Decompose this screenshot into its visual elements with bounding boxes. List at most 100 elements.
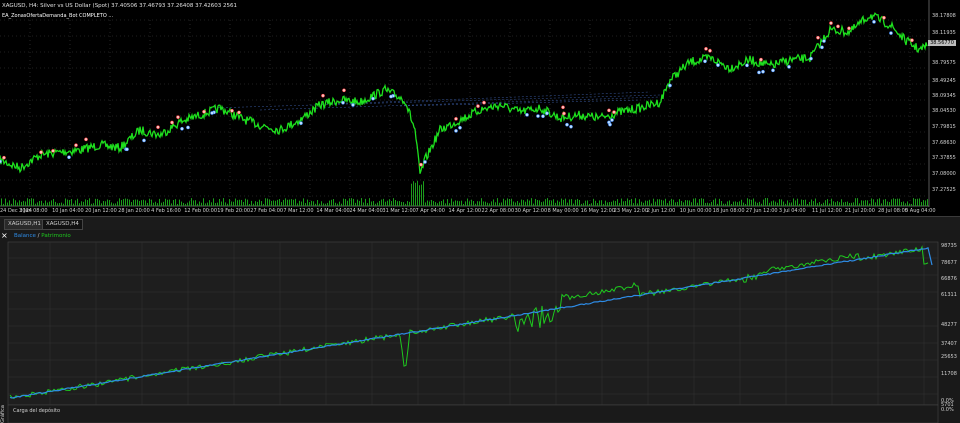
y-axis-label: 25653 <box>941 354 957 360</box>
close-icon[interactable]: × <box>1 232 8 240</box>
volume-bar <box>31 198 32 206</box>
y-axis-label: 61311 <box>941 292 957 298</box>
volume-bar <box>795 200 796 206</box>
volume-bar <box>509 199 510 206</box>
volume-bar <box>809 201 810 206</box>
trade-marker <box>454 129 458 133</box>
volume-bar <box>581 203 582 206</box>
volume-bar <box>669 201 670 206</box>
volume-bar <box>915 198 916 206</box>
volume-bar <box>611 201 612 206</box>
volume-bar <box>209 200 210 206</box>
volume-bar <box>365 198 366 206</box>
volume-bar <box>165 198 166 206</box>
volume-bar <box>439 201 440 206</box>
time-axis-label: 23 May 12:00 <box>613 208 648 214</box>
trade-marker <box>561 105 565 110</box>
side-tab[interactable]: Gráfica <box>0 400 8 423</box>
volume-bar <box>553 199 554 206</box>
volume-bar <box>507 198 508 206</box>
volume-bar <box>87 200 88 206</box>
volume-bar <box>855 198 856 206</box>
volume-bar <box>35 203 36 206</box>
volume-bar <box>783 201 784 206</box>
volume-bar <box>431 199 432 206</box>
trade-marker <box>536 114 540 118</box>
volume-bar <box>75 200 76 206</box>
tab-xagusd-h1[interactable]: XAGUSD,H1 <box>4 219 45 230</box>
volume-bar <box>461 200 462 206</box>
volume-bar <box>557 200 558 206</box>
volume-bar <box>607 202 608 206</box>
volume-bar <box>883 199 884 206</box>
price-label: 37.27525 <box>932 187 956 193</box>
volume-bar <box>251 200 252 206</box>
volume-bar <box>663 200 664 206</box>
volume-bar <box>407 201 408 206</box>
volume-bar <box>659 199 660 206</box>
volume-bar <box>355 202 356 206</box>
volume-bar <box>167 199 168 206</box>
volume-bar <box>55 201 56 206</box>
volume-bar <box>1 198 2 206</box>
volume-bar <box>617 199 618 206</box>
volume-bar <box>801 199 802 206</box>
tab-xagusd-h4[interactable]: XAGUSD,H4 <box>42 219 83 230</box>
volume-bar <box>457 200 458 206</box>
time-axis-label: 14 Mar 04:00 <box>316 208 350 214</box>
volume-bar <box>401 201 402 206</box>
volume-bar <box>135 199 136 206</box>
volume-bar <box>389 199 390 206</box>
price-chart-canvas[interactable] <box>0 0 960 215</box>
volume-bar <box>729 200 730 206</box>
time-axis-label: 20 Jan 12:00 <box>85 208 117 214</box>
volume-bar <box>405 203 406 206</box>
time-axis-label: 28 Jan 20:00 <box>118 208 150 214</box>
volume-bar <box>179 199 180 206</box>
volume-bar <box>361 198 362 206</box>
volume-bar <box>825 200 826 206</box>
trade-marker <box>84 137 88 142</box>
time-axis-label: 18 Jun 08:00 <box>712 208 745 214</box>
volume-bar <box>403 202 404 206</box>
volume-bar <box>881 203 882 206</box>
volume-bar <box>683 202 684 206</box>
volume-bar <box>497 198 498 206</box>
volume-bar <box>873 199 874 206</box>
volume-bar <box>839 202 840 206</box>
volume-bar <box>63 203 64 206</box>
volume-bar <box>693 198 694 206</box>
volume-bar <box>273 200 274 206</box>
volume-bar <box>223 198 224 206</box>
volume-bar <box>833 201 834 206</box>
volume-bar <box>221 201 222 206</box>
volume-bar <box>79 203 80 206</box>
volume-bar <box>45 200 46 206</box>
trade-marker <box>668 83 672 88</box>
volume-bar <box>641 201 642 206</box>
volume-bar <box>11 203 12 206</box>
volume-bar <box>735 201 736 206</box>
volume-bar <box>619 202 620 206</box>
trade-marker <box>341 100 345 105</box>
volume-bar <box>253 203 254 206</box>
volume-bar <box>415 182 416 206</box>
trade-marker <box>703 59 707 64</box>
volume-bar <box>269 199 270 206</box>
trade-marker <box>872 20 876 24</box>
volume-bar <box>445 203 446 206</box>
volume-bar <box>89 198 90 206</box>
volume-bar <box>733 201 734 206</box>
volume-bar <box>447 199 448 206</box>
expert-advisor-label: EA_ZonasOfertaDemanda_Bot COMPLETO ... <box>2 13 114 19</box>
trade-marker <box>2 155 6 160</box>
price-label: 38.17808 <box>932 13 956 19</box>
volume-bar <box>627 198 628 206</box>
volume-bar <box>705 202 706 206</box>
volume-bar <box>315 203 316 206</box>
volume-bar <box>413 181 414 206</box>
volume-bar <box>367 203 368 206</box>
volume-bar <box>309 202 310 206</box>
price-label: 38.11935 <box>932 30 956 36</box>
price-chart[interactable]: XAGUSD, H4: Silver vs US Dollar (Spot) 3… <box>0 0 960 215</box>
